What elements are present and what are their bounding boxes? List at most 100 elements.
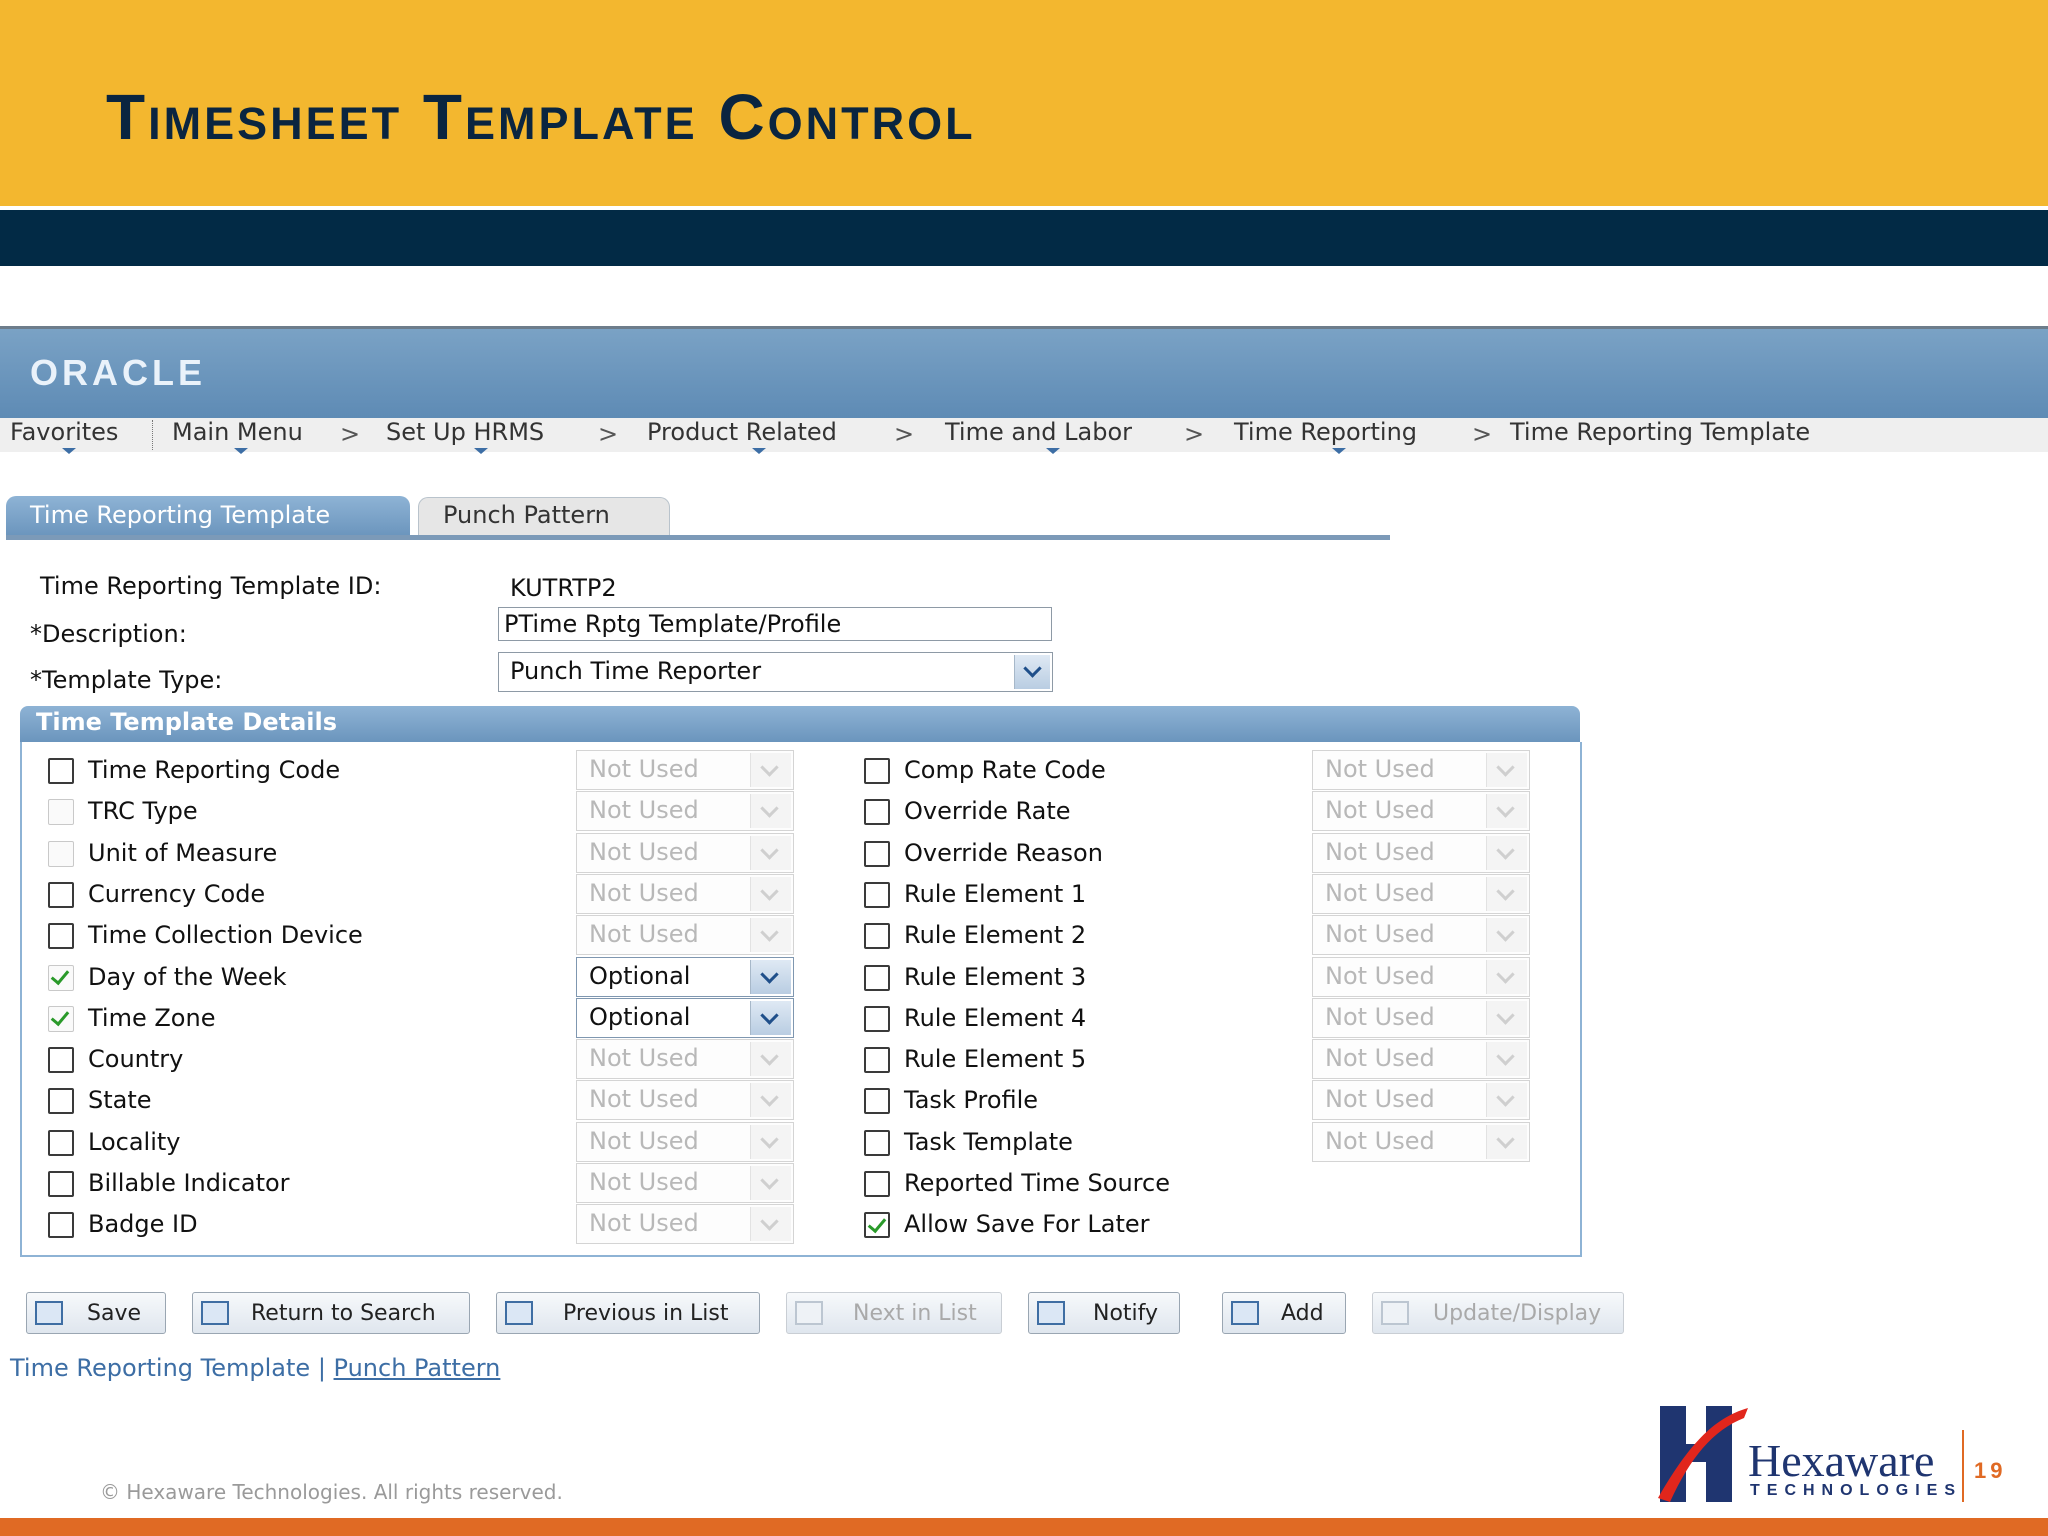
checkbox[interactable]	[48, 1130, 74, 1156]
update-display-label: Update/Display	[1433, 1301, 1602, 1326]
nav-time-and-labor[interactable]: Time and Labor	[945, 418, 1132, 446]
option-select-value: Not Used	[1325, 1044, 1435, 1072]
template-type-label: *Template Type:	[30, 666, 223, 694]
checkbox[interactable]	[864, 1088, 890, 1114]
checkbox[interactable]	[864, 1047, 890, 1073]
checkbox[interactable]	[48, 882, 74, 908]
field-label: Rule Element 5	[904, 1045, 1087, 1073]
checkbox[interactable]	[864, 1171, 890, 1197]
checkbox[interactable]	[48, 1088, 74, 1114]
checkbox[interactable]	[48, 1212, 74, 1238]
checkbox[interactable]	[864, 841, 890, 867]
option-select[interactable]: Not Used	[1312, 833, 1530, 873]
option-select[interactable]: Not Used	[1312, 915, 1530, 955]
tab-label: Time Reporting Template	[30, 501, 331, 529]
chevron-down-icon	[750, 794, 791, 828]
option-select[interactable]: Not Used	[576, 874, 794, 914]
link-punch-pattern[interactable]: Punch Pattern	[334, 1354, 501, 1382]
checkbox[interactable]	[864, 758, 890, 784]
chevron-glyph	[760, 758, 779, 777]
nav-product-related[interactable]: Product Related	[647, 418, 837, 446]
checkbox[interactable]	[48, 1006, 74, 1032]
option-select[interactable]: Not Used	[576, 750, 794, 790]
field-label: Country	[88, 1045, 184, 1073]
nav-time-reporting[interactable]: Time Reporting	[1234, 418, 1417, 446]
checkbox[interactable]	[48, 923, 74, 949]
field-label: Rule Element 1	[904, 880, 1087, 908]
checkbox[interactable]	[48, 1047, 74, 1073]
chevron-down-icon	[750, 1125, 791, 1159]
chevron-down-icon	[1486, 1001, 1527, 1035]
option-select[interactable]: Not Used	[576, 1080, 794, 1120]
option-select[interactable]: Not Used	[576, 1204, 794, 1244]
option-select[interactable]: Not Used	[1312, 957, 1530, 997]
chevron-glyph	[1496, 799, 1515, 818]
option-select[interactable]: Not Used	[1312, 1039, 1530, 1079]
chevron-down-icon	[750, 877, 791, 911]
chevron-down-icon[interactable]	[1014, 655, 1050, 689]
notify-icon	[1037, 1301, 1065, 1325]
add-button[interactable]: Add	[1222, 1292, 1346, 1334]
option-select[interactable]: Optional	[576, 998, 794, 1038]
option-select[interactable]: Not Used	[1312, 750, 1530, 790]
checkbox[interactable]	[48, 758, 74, 784]
checkbox[interactable]	[864, 799, 890, 825]
option-select[interactable]: Optional	[576, 957, 794, 997]
option-select[interactable]: Not Used	[576, 1122, 794, 1162]
option-select-value: Not Used	[589, 796, 699, 824]
link-separator: |	[310, 1354, 334, 1382]
chevron-down-icon	[750, 918, 791, 952]
chevron-down-icon	[1486, 1125, 1527, 1159]
nav-favorites[interactable]: Favorites	[10, 418, 118, 446]
option-select[interactable]: Not Used	[576, 791, 794, 831]
chevron-glyph	[760, 1088, 779, 1107]
dropdown-arrow-icon	[1046, 448, 1060, 454]
chevron-glyph	[760, 965, 779, 984]
link-time-reporting-template[interactable]: Time Reporting Template	[10, 1354, 310, 1382]
checkbox[interactable]	[48, 1171, 74, 1197]
chevron-down-icon	[1486, 918, 1527, 952]
field-label: Rule Element 3	[904, 963, 1087, 991]
add-label: Add	[1281, 1301, 1324, 1326]
checkbox[interactable]	[864, 965, 890, 991]
nav-set-up-hrms[interactable]: Set Up HRMS	[386, 418, 544, 446]
option-select[interactable]: Not Used	[576, 1163, 794, 1203]
option-select[interactable]: Not Used	[576, 915, 794, 955]
option-select[interactable]: Not Used	[1312, 1080, 1530, 1120]
next-in-list-button[interactable]: Next in List	[786, 1292, 1002, 1334]
option-select[interactable]: Not Used	[1312, 791, 1530, 831]
previous-in-list-button[interactable]: Previous in List	[496, 1292, 760, 1334]
breadcrumb-separator: >	[1184, 420, 1205, 448]
save-button[interactable]: Save	[26, 1292, 166, 1334]
logo-divider	[1962, 1430, 1964, 1502]
field-label: Currency Code	[88, 880, 266, 908]
field-label: Billable Indicator	[88, 1169, 290, 1197]
checkbox[interactable]	[864, 1130, 890, 1156]
option-select[interactable]: Not Used	[1312, 998, 1530, 1038]
notify-button[interactable]: Notify	[1028, 1292, 1180, 1334]
slide-title: Timesheet Template Control	[106, 81, 976, 153]
option-select[interactable]: Not Used	[576, 1039, 794, 1079]
option-select[interactable]: Not Used	[576, 833, 794, 873]
checkbox[interactable]	[48, 799, 74, 825]
dropdown-arrow-icon	[474, 448, 488, 454]
chevron-down-icon	[1486, 877, 1527, 911]
description-field[interactable]	[498, 607, 1052, 641]
checkbox[interactable]	[864, 882, 890, 908]
chevron-glyph	[1496, 923, 1515, 942]
return-to-search-button[interactable]: Return to Search	[192, 1292, 470, 1334]
option-select[interactable]: Not Used	[1312, 874, 1530, 914]
next-list-icon	[795, 1301, 823, 1325]
chevron-glyph	[1496, 1088, 1515, 1107]
checkbox[interactable]	[864, 1212, 890, 1238]
chevron-glyph	[1496, 1047, 1515, 1066]
checkbox[interactable]	[864, 923, 890, 949]
nav-main-menu[interactable]: Main Menu	[172, 418, 303, 446]
checkbox[interactable]	[48, 841, 74, 867]
next-in-list-label: Next in List	[853, 1301, 977, 1326]
checkbox[interactable]	[48, 965, 74, 991]
dropdown-arrow-icon	[62, 448, 76, 454]
checkbox[interactable]	[864, 1006, 890, 1032]
update-display-button[interactable]: Update/Display	[1372, 1292, 1624, 1334]
option-select[interactable]: Not Used	[1312, 1122, 1530, 1162]
